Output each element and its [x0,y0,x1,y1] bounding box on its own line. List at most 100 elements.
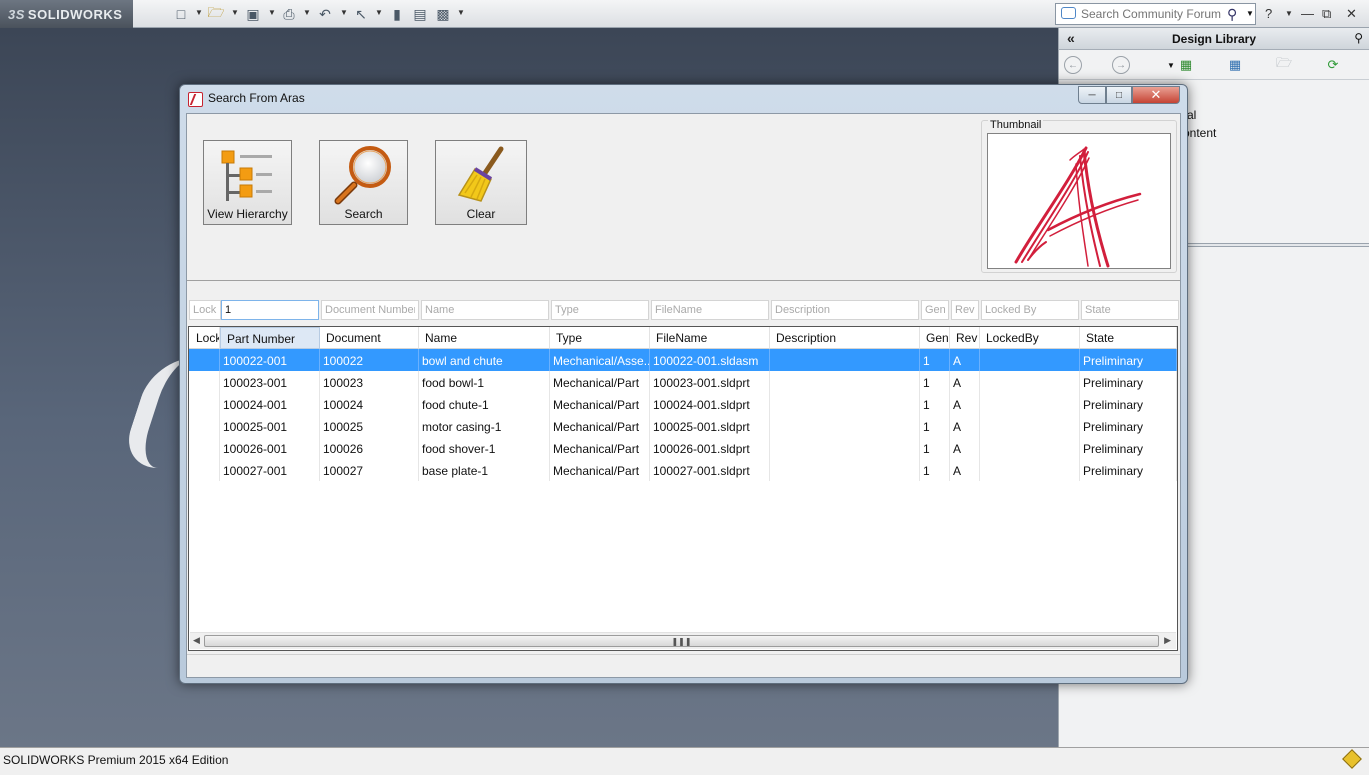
name-filter[interactable] [421,300,549,320]
select-dropdown-icon[interactable]: ▼ [375,8,383,17]
cell-type: Mechanical/Part [550,415,650,437]
horizontal-scrollbar[interactable]: ◀ ❚❚❚ ▶ [190,632,1176,649]
results-grid[interactable]: Lock Part Number Document Name Type FileName D… [188,326,1178,651]
add-file-location-icon[interactable]: ▦ [1226,56,1244,74]
table-row[interactable]: 100025-001 100025 motor casing-1 Mechanical… [189,415,1177,437]
state-filter[interactable] [1081,300,1179,320]
column-header-description[interactable]: Description [770,327,920,349]
rebuild-status-icon[interactable] [1342,749,1362,769]
scroll-left-icon[interactable]: ◀ [193,635,200,646]
forward-icon[interactable]: → [1112,56,1130,74]
table-row[interactable]: 100024-001 100024 food chute-1 Mechanical/P… [189,393,1177,415]
create-folder-icon[interactable]: 🗁 [1275,55,1293,74]
column-header-part-number[interactable]: Part Number [220,327,320,349]
undo-icon[interactable]: ↶ [316,5,334,23]
cell-state: Preliminary [1080,349,1177,371]
cell-rev: A [950,459,980,481]
print-dropdown-icon[interactable]: ▼ [303,8,311,17]
cell-filename: 100026-001.sldprt [650,437,770,459]
cell-description [770,459,920,481]
open-dropdown-icon[interactable]: ▼ [231,8,239,17]
cell-filename: 100023-001.sldprt [650,371,770,393]
column-header-gen[interactable]: Gen [920,327,950,349]
cell-document: 100025 [320,415,419,437]
table-row[interactable]: 100027-001 100027 base plate-1 Mechanical/P… [189,459,1177,481]
help-icon[interactable]: ? [1265,6,1272,21]
column-header-document[interactable]: Document [320,327,419,349]
clear-button[interactable]: Clear [435,140,527,225]
dialog-title: Search From Aras [208,91,305,105]
table-row[interactable]: 100022-001 100022 bowl and chute Mechanical… [189,349,1177,371]
type-filter[interactable] [551,300,649,320]
cell-lock [189,371,220,393]
view-hierarchy-button[interactable]: View Hierarchy [203,140,292,225]
restore-icon[interactable]: ⧉ [1322,6,1331,22]
pin-icon[interactable]: ⚲ [1354,31,1363,45]
column-header-state[interactable]: State [1080,327,1177,349]
file-properties-icon[interactable]: ▤ [411,5,429,23]
column-header-type[interactable]: Type [550,327,650,349]
cell-filename: 100027-001.sldprt [650,459,770,481]
save-dropdown-icon[interactable]: ▼ [268,8,276,17]
view-hierarchy-label: View Hierarchy [207,207,288,221]
cell-description [770,437,920,459]
undo-dropdown-icon[interactable]: ▼ [340,8,348,17]
table-row[interactable]: 100023-001 100023 food bowl-1 Mechanical/Pa… [189,371,1177,393]
status-text: SOLIDWORKS Premium 2015 x64 Edition [3,753,229,767]
search-icon[interactable]: ⚲ [1227,6,1237,23]
aras-app-icon [188,92,203,107]
cell-name: food chute-1 [419,393,550,415]
cell-name: food bowl-1 [419,371,550,393]
locked-by-filter[interactable] [981,300,1079,320]
cell-document: 100022 [320,349,419,371]
cell-part-number: 100027-001 [220,459,320,481]
part-number-filter[interactable] [221,300,319,320]
document-number-filter[interactable] [321,300,419,320]
select-cursor-icon[interactable]: ↖ [352,5,370,23]
options-dropdown-icon[interactable]: ▼ [457,8,465,17]
rev-filter[interactable] [951,300,979,320]
gen-filter[interactable] [921,300,949,320]
new-document-icon[interactable]: □ [172,5,190,23]
options-icon[interactable]: ▩ [434,5,452,23]
column-header-name[interactable]: Name [419,327,550,349]
search-forum-input[interactable] [1081,6,1221,22]
back-icon[interactable]: ← [1064,56,1082,74]
dialog-minimize-button[interactable]: ─ [1078,86,1106,104]
scroll-right-icon[interactable]: ▶ [1164,635,1171,646]
search-button[interactable]: Search [319,140,408,225]
column-header-locked-by[interactable]: LockedBy [980,327,1080,349]
solidworks-logo[interactable]: 3S SOLIDWORKS [0,0,133,28]
description-filter[interactable] [771,300,919,320]
rebuild-icon[interactable]: ▮ [388,5,406,23]
refresh-icon[interactable]: ⟳ [1324,56,1342,74]
dialog-close-button[interactable]: ✕ [1132,86,1180,104]
search-dropdown-icon[interactable]: ▼ [1246,9,1254,18]
thumbnail-label: Thumbnail [988,119,1044,131]
cell-part-number: 100024-001 [220,393,320,415]
cell-type: Mechanical/Part [550,459,650,481]
search-community-forum[interactable]: ⚲ ▼ [1055,3,1256,25]
tree-item[interactable]: ontent [1183,126,1216,140]
close-icon[interactable]: ✕ [1346,6,1357,22]
cell-state: Preliminary [1080,371,1177,393]
print-icon[interactable]: ⎙ [280,5,298,23]
add-to-library-icon[interactable]: ▦ [1177,56,1195,74]
lock-filter[interactable] [189,300,221,320]
column-header-rev[interactable]: Rev [950,327,980,349]
hierarchy-icon [221,150,272,201]
open-folder-icon[interactable]: 🗁 [207,4,225,23]
minimize-icon[interactable]: — [1301,6,1314,21]
cell-gen: 1 [920,415,950,437]
save-icon[interactable]: ▣ [244,5,262,23]
cell-gen: 1 [920,393,950,415]
dialog-maximize-button[interactable]: □ [1106,86,1132,104]
new-dropdown-icon[interactable]: ▼ [195,8,203,17]
column-header-filename[interactable]: FileName [650,327,770,349]
filename-filter[interactable] [651,300,769,320]
column-header-lock[interactable]: Lock [189,327,220,349]
table-row[interactable]: 100026-001 100026 food shover-1 Mechanical/… [189,437,1177,459]
status-bar: SOLIDWORKS Premium 2015 x64 Edition [0,747,1369,775]
help-dropdown-icon[interactable]: ▼ [1285,9,1293,18]
scrollbar-thumb[interactable]: ❚❚❚ [204,635,1159,647]
